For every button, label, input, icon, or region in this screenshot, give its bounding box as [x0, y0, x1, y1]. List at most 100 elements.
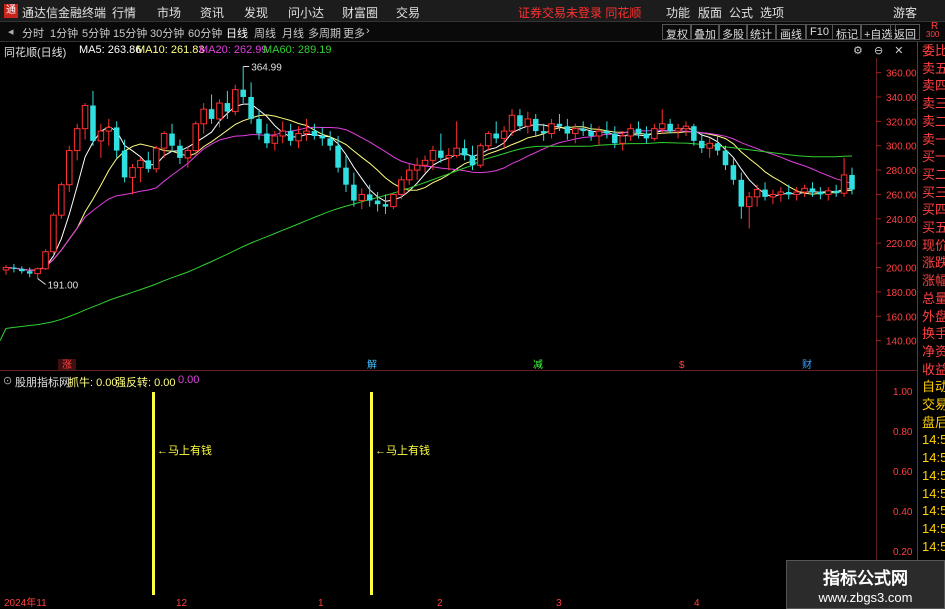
- candle-body: [19, 268, 25, 272]
- candle-body: [809, 188, 816, 193]
- side-panel-item[interactable]: 14:56: [920, 431, 945, 449]
- side-panel-item[interactable]: 委比: [920, 42, 945, 60]
- event-tag-jie[interactable]: 解: [367, 358, 377, 371]
- candle-body: [651, 128, 658, 139]
- candle-body: [137, 159, 144, 169]
- candle-body: [508, 114, 516, 132]
- side-panel-item[interactable]: 14:56: [920, 485, 945, 503]
- signal-bar-2: [370, 392, 373, 595]
- candle-body: [2, 267, 10, 271]
- candle-body: [706, 142, 713, 149]
- side-panel-item[interactable]: 卖四: [920, 77, 945, 95]
- candle-body: [421, 159, 429, 166]
- event-tag-jian[interactable]: 减: [533, 359, 543, 371]
- qiang-fan-value: 强反转: 0.00: [115, 377, 176, 389]
- candle-body: [152, 147, 160, 170]
- price-tick-label: 200.00: [886, 264, 917, 275]
- side-panel-item[interactable]: 净资: [920, 343, 945, 361]
- candle-body: [477, 145, 484, 166]
- price-tick-label: 240.00: [886, 215, 917, 226]
- candle-body: [769, 193, 777, 198]
- side-panel-item[interactable]: 14:56: [920, 502, 945, 520]
- candle-body: [722, 150, 729, 166]
- side-panel-item[interactable]: 换手: [920, 325, 945, 343]
- side-panel-item[interactable]: 现价: [920, 237, 945, 255]
- candle-body: [580, 128, 586, 132]
- candle-body: [627, 128, 634, 137]
- side-panel-item[interactable]: 自动: [920, 378, 945, 396]
- side-panel-item[interactable]: 14:56: [920, 449, 945, 467]
- candle-body: [453, 147, 460, 156]
- candle-body: [184, 150, 192, 159]
- candle-body: [612, 133, 618, 144]
- candle-body: [374, 200, 381, 205]
- price-tick-label: 360.00: [886, 69, 917, 80]
- candle-body: [343, 167, 349, 185]
- date-axis: 2024年11 12 1 2 3 4: [0, 595, 876, 609]
- candle-body: [113, 127, 120, 151]
- side-panel-item[interactable]: 卖五: [920, 60, 945, 78]
- kline-chart[interactable]: 360.00340.00320.00300.00280.00260.00240.…: [0, 0, 945, 609]
- price-tick-label: 320.00: [886, 117, 917, 128]
- candle-body: [461, 148, 468, 156]
- side-panel-item[interactable]: 14:56: [920, 467, 945, 485]
- candle-body: [785, 192, 792, 195]
- side-panel-item[interactable]: 收益: [920, 361, 945, 379]
- side-panel-item[interactable]: 交易: [920, 396, 945, 414]
- candle-body: [58, 184, 65, 216]
- candle-body: [398, 179, 405, 195]
- side-panel-item[interactable]: 总量: [920, 290, 945, 308]
- candle-body: [351, 184, 357, 201]
- ind-tick-3: 0.60: [893, 467, 913, 478]
- side-panel-item[interactable]: 盘后: [920, 414, 945, 432]
- candle-body: [793, 191, 800, 195]
- indicator-toggle-icon[interactable]: ⊙: [3, 374, 12, 387]
- candle-body: [540, 131, 547, 134]
- event-tags: 涨 解 减 $ 财: [58, 358, 812, 371]
- candle-body: [635, 128, 642, 134]
- price-tick-label: 340.00: [886, 93, 917, 104]
- candle-body: [11, 267, 17, 269]
- candle-body: [667, 123, 673, 132]
- side-panel-item[interactable]: 买五: [920, 219, 945, 237]
- price-tick-label: 260.00: [886, 190, 917, 201]
- side-panel-item[interactable]: 14:56: [920, 520, 945, 538]
- side-panel-item[interactable]: 涨幅: [920, 272, 945, 290]
- side-panel-item[interactable]: 14:56: [920, 538, 945, 556]
- candle-body: [532, 118, 539, 132]
- indicator-name[interactable]: 股朋指标网: [15, 374, 70, 390]
- candle-body: [691, 126, 697, 141]
- candle-body: [588, 131, 594, 136]
- event-tag-cai[interactable]: 财: [802, 358, 812, 371]
- candle-body: [643, 133, 650, 139]
- side-panel-item[interactable]: 卖一: [920, 131, 945, 149]
- ind-tick-4: 0.40: [893, 507, 913, 518]
- date-label-nov: 2024年11: [4, 596, 47, 609]
- date-label-mar: 3: [556, 598, 562, 609]
- candle-body: [311, 131, 318, 136]
- side-panel-item[interactable]: 买四: [920, 201, 945, 219]
- candle-body: [840, 174, 848, 194]
- candle-body: [248, 96, 254, 119]
- candle-body: [469, 155, 476, 166]
- side-panel-item[interactable]: 卖二: [920, 113, 945, 131]
- side-panel-item[interactable]: 外盘: [920, 308, 945, 326]
- candle-body: [556, 123, 563, 127]
- candle-body: [493, 133, 499, 139]
- candle-body: [177, 145, 183, 158]
- candle-body: [730, 165, 737, 180]
- side-panel-item[interactable]: 涨跌: [920, 254, 945, 272]
- candle-body: [413, 164, 421, 171]
- candle-body: [658, 123, 666, 130]
- watermark-url: www.zbgs3.com: [818, 590, 913, 605]
- side-panel-item[interactable]: 买三: [920, 184, 945, 202]
- side-panel-item[interactable]: 买一: [920, 148, 945, 166]
- event-tag-zhang[interactable]: 涨: [62, 359, 72, 371]
- side-panel-item[interactable]: 卖三: [920, 95, 945, 113]
- candle-body: [762, 189, 768, 197]
- candles: [2, 66, 855, 279]
- qiang-fan-value-2: 0.00: [178, 374, 200, 386]
- candle-body: [319, 135, 326, 139]
- event-tag-dollar[interactable]: $: [679, 360, 685, 371]
- side-panel-item[interactable]: 买二: [920, 166, 945, 184]
